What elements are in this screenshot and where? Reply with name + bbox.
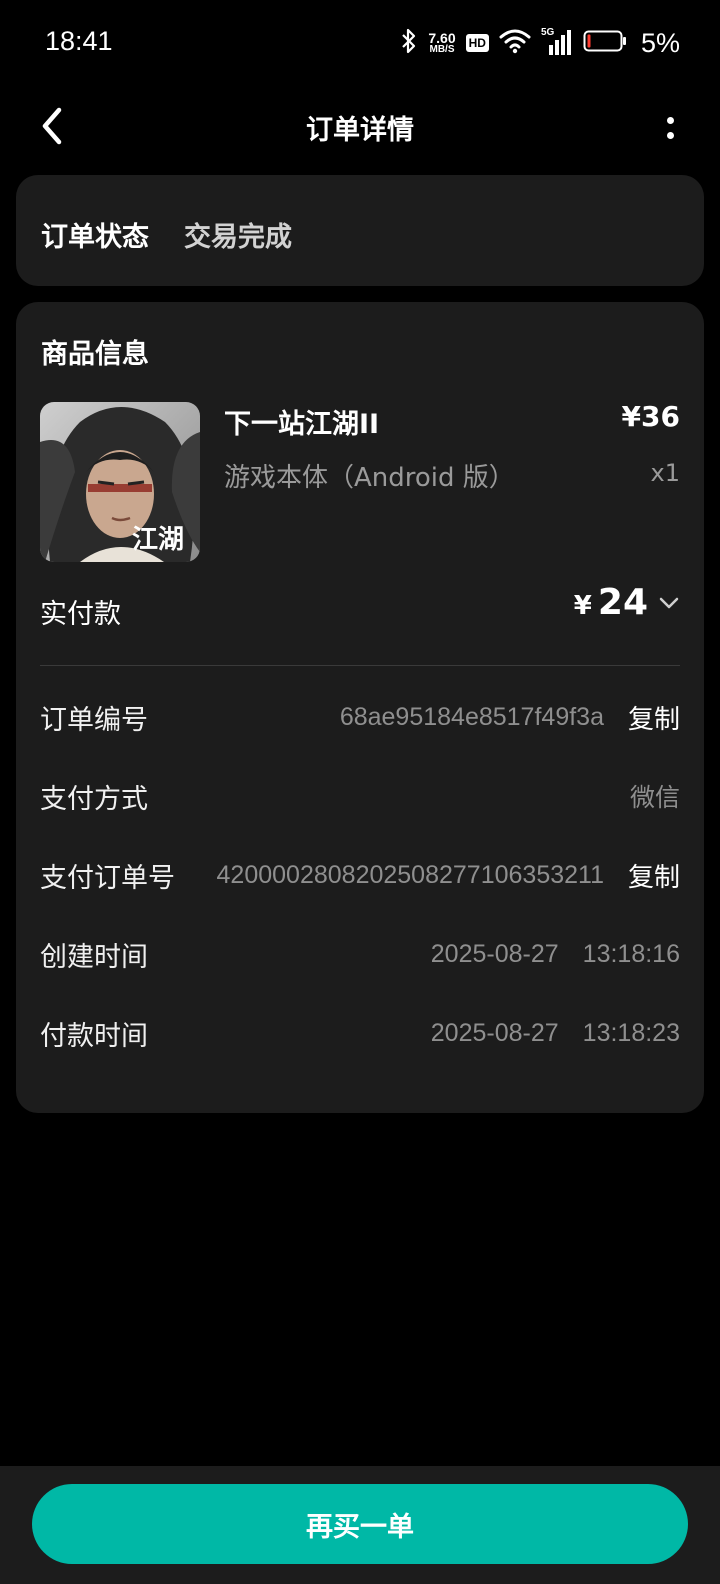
created-clock: 13:18:16 — [582, 939, 680, 968]
net-speed-unit: MB/S — [429, 44, 455, 55]
paid-amount-value: 24 — [597, 582, 648, 623]
paid-date: 2025-08-27 — [430, 1018, 559, 1047]
product-section-title: 商品信息 — [41, 339, 149, 370]
status-time: 18:41 — [45, 26, 113, 56]
status-bar: 18:41 7.60 MB/S HD 5G 5% — [0, 0, 720, 88]
order-number-value: 68ae95184e8517f49f3a — [339, 702, 604, 731]
order-status-card: 订单状态 交易完成 — [16, 175, 704, 286]
product-quantity: x1 — [650, 459, 680, 487]
payment-order-number-row: 支付订单号 4200002808202508277106353211 复制 — [40, 855, 680, 895]
section-divider — [40, 665, 680, 666]
order-status-value: 交易完成 — [184, 222, 292, 253]
created-time-row: 创建时间 2025-08-27 13:18:16 — [40, 934, 680, 974]
order-number-label: 订单编号 — [40, 704, 148, 736]
copy-payment-order-number-button[interactable]: 复制 — [628, 857, 680, 894]
hd-icon: HD — [465, 34, 489, 52]
order-status-label: 订单状态 — [41, 222, 149, 253]
paid-amount-label: 实付款 — [40, 599, 121, 630]
chevron-down-icon — [658, 595, 680, 614]
battery-percent: 5% — [640, 27, 680, 58]
net-speed: 7.60 MB/S — [428, 31, 455, 55]
paid-currency: ¥ — [573, 590, 592, 621]
more-options-button[interactable] — [660, 108, 680, 148]
more-vertical-icon — [666, 117, 674, 139]
page-title: 订单详情 — [306, 115, 414, 146]
product-thumbnail[interactable]: 江湖 — [40, 402, 200, 562]
payment-method-label: 支付方式 — [40, 783, 148, 815]
created-date: 2025-08-27 — [430, 939, 559, 968]
buy-again-button[interactable]: 再买一单 — [32, 1484, 688, 1564]
bluetooth-icon — [400, 27, 418, 59]
order-details-card: 商品信息 江湖 下一站江湖II ¥36 游戏本体（Android 版） x1 实… — [16, 302, 704, 1113]
net-speed-value: 7.60 — [428, 30, 456, 46]
product-name[interactable]: 下一站江湖II — [224, 402, 379, 441]
game-cover-image: 江湖 — [40, 402, 200, 562]
battery-icon — [583, 29, 627, 57]
paid-time-label: 付款时间 — [40, 1020, 148, 1052]
thumb-title-art: 江湖 — [132, 525, 184, 555]
created-time-value: 2025-08-27 13:18:16 — [170, 940, 680, 969]
payment-method-value: 微信 — [629, 783, 680, 812]
bottom-action-bar: 再买一单 — [0, 1466, 720, 1584]
paid-amount-toggle[interactable]: ¥ 24 — [574, 582, 680, 623]
wifi-icon — [499, 28, 531, 58]
nav-bar: 订单详情 — [0, 88, 720, 168]
product-variant: 游戏本体（Android 版） — [224, 463, 515, 493]
product-price: ¥36 — [621, 400, 680, 433]
payment-order-number-label: 支付订单号 — [40, 862, 175, 894]
paid-clock: 13:18:23 — [582, 1018, 680, 1047]
order-detail-page: 18:41 7.60 MB/S HD 5G 5% 订单详情 订单状态 交易完成 … — [0, 0, 720, 1584]
order-number-row: 订单编号 68ae95184e8517f49f3a 复制 — [40, 697, 680, 737]
copy-order-number-button[interactable]: 复制 — [628, 699, 680, 736]
paid-time-row: 付款时间 2025-08-27 13:18:23 — [40, 1013, 680, 1053]
paid-time-value: 2025-08-27 13:18:23 — [170, 1019, 680, 1048]
created-time-label: 创建时间 — [40, 941, 148, 973]
status-icons: 7.60 MB/S HD 5G 5% — [400, 26, 680, 60]
payment-order-number-value: 4200002808202508277106353211 — [216, 860, 604, 889]
signal-icon: 5G — [541, 27, 573, 57]
payment-method-row: 支付方式 微信 — [40, 776, 680, 816]
